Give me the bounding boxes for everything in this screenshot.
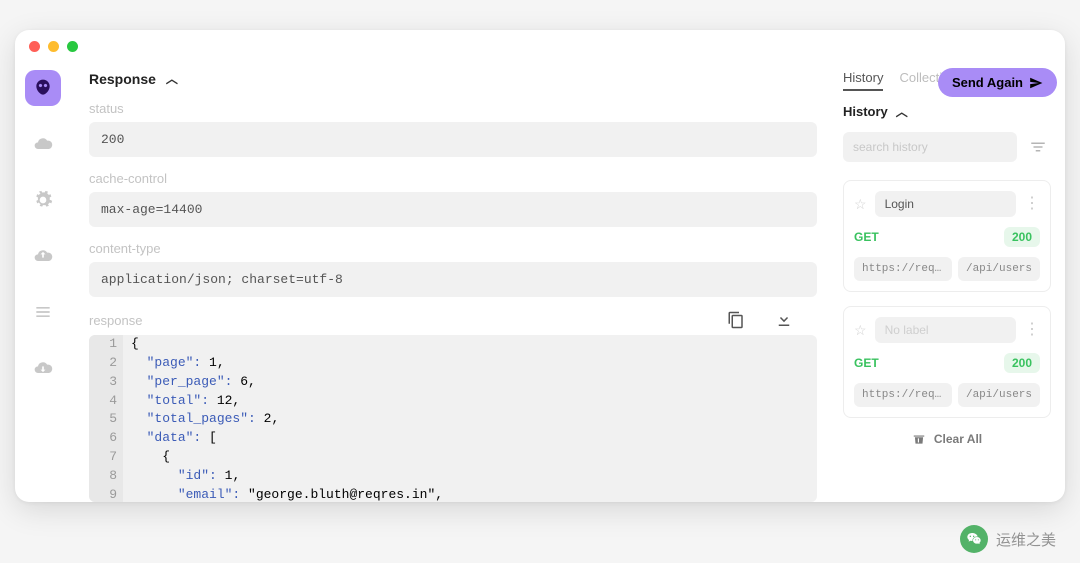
code-line: 7 { bbox=[89, 448, 817, 467]
code-line: 1{ bbox=[89, 335, 817, 354]
history-card[interactable]: ☆ No label ⋮ GET 200 https://req… /api/u… bbox=[843, 306, 1051, 418]
cloud-down-icon bbox=[33, 358, 53, 378]
copy-icon[interactable] bbox=[727, 311, 745, 329]
clear-all-button[interactable]: Clear All bbox=[843, 432, 1051, 446]
clear-all-label: Clear All bbox=[934, 432, 982, 446]
send-icon bbox=[1029, 76, 1043, 90]
list-icon bbox=[33, 302, 53, 322]
response-body-header: response bbox=[89, 311, 817, 329]
main-panel: Response ︿ status 200 cache-control max-… bbox=[71, 62, 835, 502]
response-body-label: response bbox=[89, 313, 142, 328]
code-line: 5 "total_pages": 2, bbox=[89, 410, 817, 429]
code-line: 6 "data": [ bbox=[89, 429, 817, 448]
right-panel-top: History Collecti Send Again bbox=[843, 70, 1051, 91]
window-zoom-dot[interactable] bbox=[67, 41, 78, 52]
code-line: 3 "per_page": 6, bbox=[89, 373, 817, 392]
history-host: https://req… bbox=[854, 383, 952, 407]
history-status: 200 bbox=[1004, 227, 1040, 247]
gear-icon bbox=[33, 190, 53, 210]
send-again-button[interactable]: Send Again bbox=[938, 68, 1057, 97]
nav-cloud-down[interactable] bbox=[25, 350, 61, 386]
status-label: status bbox=[89, 101, 817, 116]
history-status: 200 bbox=[1004, 353, 1040, 373]
send-again-label: Send Again bbox=[952, 75, 1023, 90]
code-line: 9 "email": "george.bluth@reqres.in", bbox=[89, 486, 817, 502]
nav-cloud-up[interactable] bbox=[25, 238, 61, 274]
window-close-dot[interactable] bbox=[29, 41, 40, 52]
card-menu-icon[interactable]: ⋮ bbox=[1024, 322, 1040, 338]
titlebar bbox=[15, 30, 1065, 62]
left-nav bbox=[15, 62, 71, 502]
history-method: GET bbox=[854, 356, 879, 370]
clear-icon bbox=[912, 432, 926, 446]
history-path: /api/users bbox=[958, 257, 1040, 281]
cache-control-field: cache-control max-age=14400 bbox=[89, 171, 817, 227]
app-window: Response ︿ status 200 cache-control max-… bbox=[15, 30, 1065, 502]
cache-control-label: cache-control bbox=[89, 171, 817, 186]
history-host: https://req… bbox=[854, 257, 952, 281]
history-label: History bbox=[843, 104, 888, 119]
response-label: Response bbox=[89, 71, 156, 87]
history-card[interactable]: ☆ Login ⋮ GET 200 https://req… /api/user… bbox=[843, 180, 1051, 292]
response-section-head[interactable]: Response ︿ bbox=[89, 70, 817, 87]
chevron-up-icon: ︿ bbox=[166, 70, 178, 87]
app-body: Response ︿ status 200 cache-control max-… bbox=[15, 62, 1065, 502]
history-path: /api/users bbox=[958, 383, 1040, 407]
chevron-up-icon: ︿ bbox=[896, 103, 908, 120]
right-panel-tabs: History Collecti bbox=[843, 70, 942, 91]
history-card-label[interactable]: No label bbox=[875, 317, 1016, 343]
response-body-code[interactable]: 1{2 "page": 1,3 "per_page": 6,4 "total":… bbox=[89, 335, 817, 502]
cache-control-value: max-age=14400 bbox=[89, 192, 817, 227]
tab-collections[interactable]: Collecti bbox=[899, 70, 942, 91]
content-type-value: application/json; charset=utf-8 bbox=[89, 262, 817, 297]
content-type-field: content-type application/json; charset=u… bbox=[89, 241, 817, 297]
card-menu-icon[interactable]: ⋮ bbox=[1024, 196, 1040, 212]
sort-button[interactable] bbox=[1025, 134, 1051, 160]
watermark-text: 运维之美 bbox=[996, 529, 1056, 550]
window-minimize-dot[interactable] bbox=[48, 41, 59, 52]
history-search-input[interactable]: search history bbox=[843, 132, 1017, 162]
watermark: 运维之美 bbox=[960, 525, 1056, 553]
content-type-label: content-type bbox=[89, 241, 817, 256]
cloud-icon bbox=[33, 134, 53, 154]
history-cards: ☆ Login ⋮ GET 200 https://req… /api/user… bbox=[843, 180, 1051, 432]
history-method: GET bbox=[854, 230, 879, 244]
sort-icon bbox=[1029, 138, 1047, 156]
alien-icon bbox=[33, 78, 53, 98]
nav-cloud[interactable] bbox=[25, 126, 61, 162]
tab-history[interactable]: History bbox=[843, 70, 883, 91]
star-icon[interactable]: ☆ bbox=[854, 322, 867, 339]
code-line: 4 "total": 12, bbox=[89, 392, 817, 411]
star-icon[interactable]: ☆ bbox=[854, 196, 867, 213]
nav-list[interactable] bbox=[25, 294, 61, 330]
nav-alien[interactable] bbox=[25, 70, 61, 106]
status-value: 200 bbox=[89, 122, 817, 157]
code-line: 2 "page": 1, bbox=[89, 354, 817, 373]
wechat-icon bbox=[960, 525, 988, 553]
history-search-row: search history bbox=[843, 132, 1051, 162]
history-card-label[interactable]: Login bbox=[875, 191, 1016, 217]
nav-settings[interactable] bbox=[25, 182, 61, 218]
right-panel: History Collecti Send Again History ︿ se… bbox=[835, 62, 1065, 502]
download-icon[interactable] bbox=[775, 311, 793, 329]
code-line: 8 "id": 1, bbox=[89, 467, 817, 486]
status-field: status 200 bbox=[89, 101, 817, 157]
cloud-up-icon bbox=[33, 246, 53, 266]
history-section-head[interactable]: History ︿ bbox=[843, 103, 1051, 120]
